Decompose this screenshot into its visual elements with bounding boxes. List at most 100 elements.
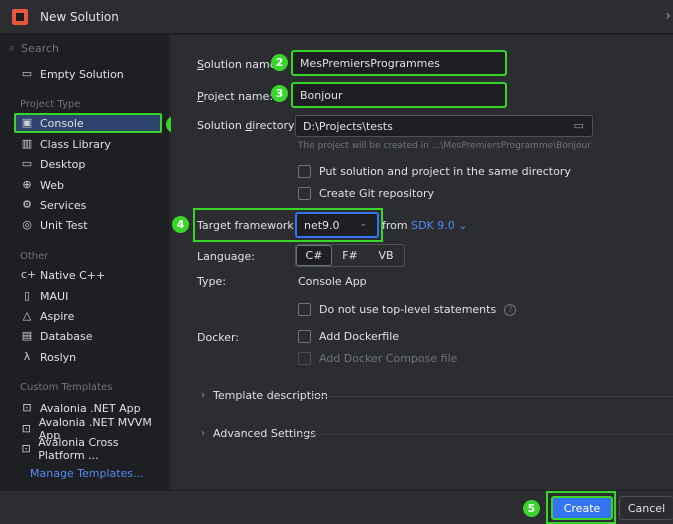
close-icon[interactable]: › <box>665 8 671 24</box>
sidebar-item-avalonia-cross[interactable]: ⊡ Avalonia Cross Platform ... <box>14 436 162 462</box>
title-bar: New Solution › <box>0 0 673 34</box>
solution-directory-label: Solution directory: <box>197 119 298 132</box>
database-icon: ▤ <box>21 329 33 342</box>
language-option-csharp[interactable]: C# <box>296 245 332 266</box>
annotation-badge-2: 2 <box>271 54 288 71</box>
test-icon: ◎ <box>22 218 32 231</box>
sdk-link[interactable]: SDK 9.0 <box>411 219 455 232</box>
project-name-label: Project name: <box>197 90 274 103</box>
sidebar-item-unit-test[interactable]: ◎ Unit Test <box>14 215 162 235</box>
type-label: Type: <box>197 275 226 288</box>
cpp-icon: c+ <box>21 268 37 281</box>
sidebar-item-class-library[interactable]: ▥ Class Library <box>14 134 162 154</box>
sidebar-item-label: Native C++ <box>40 268 106 282</box>
cancel-button[interactable]: Cancel <box>619 496 673 520</box>
settings-panel: Solution name: 2 MesPremiersProgrammes P… <box>171 35 673 490</box>
device-icon: ▯ <box>23 289 31 302</box>
checkbox-label: Create Git repository <box>319 187 435 200</box>
checkbox-label: Add Docker Compose file <box>319 352 458 365</box>
window-title: New Solution <box>40 9 119 24</box>
language-selector[interactable]: C# F# VB <box>295 244 405 267</box>
checkbox-label: Do not use top-level statements <box>319 303 497 316</box>
create-button[interactable]: Create <box>551 496 613 520</box>
sidebar-item-aspire[interactable]: △ Aspire <box>14 306 162 326</box>
location-hint: The project will be created in ...\MesPr… <box>298 141 591 151</box>
template-icon: ⊡ <box>22 401 32 414</box>
git-repository-checkbox[interactable]: Create Git repository <box>298 187 434 200</box>
advanced-settings-expander[interactable]: › Advanced Settings <box>201 427 316 440</box>
sidebar-item-console[interactable]: ▣ Console <box>14 113 162 133</box>
checkbox-box[interactable] <box>298 165 311 178</box>
annotation-badge-5: 5 <box>523 500 540 517</box>
custom-templates-heading: Custom Templates <box>20 382 113 393</box>
sidebar-item-label: MAUI <box>40 289 69 303</box>
sdk-source: from SDK 9.0 ⌄ <box>382 219 468 232</box>
folder-icon[interactable]: ▭ <box>574 119 584 132</box>
chevron-right-icon: › <box>201 390 205 401</box>
sidebar-item-web[interactable]: ⊕ Web <box>14 175 162 195</box>
sidebar-item-label: Web <box>40 178 64 192</box>
sidebar-item-desktop[interactable]: ▭ Desktop <box>14 154 162 174</box>
sidebar-item-label: Database <box>40 329 93 343</box>
project-name-input[interactable]: Bonjour <box>291 82 507 108</box>
window-icon: ▭ <box>21 67 33 80</box>
chevron-right-icon: › <box>201 428 205 439</box>
sidebar-item-maui[interactable]: ▯ MAUI <box>14 286 162 306</box>
sidebar-item-database[interactable]: ▤ Database <box>14 326 162 346</box>
sidebar-item-services[interactable]: ⚙ Services <box>14 195 162 215</box>
sidebar-item-label: Class Library <box>40 137 111 151</box>
annotation-badge-4: 4 <box>172 216 189 233</box>
sidebar-item-native-cpp[interactable]: c+ Native C++ <box>14 265 162 285</box>
sidebar-item-label: Avalonia .NET App <box>40 401 141 415</box>
language-label: Language: <box>197 250 255 263</box>
docker-compose-checkbox: Add Docker Compose file <box>298 352 457 365</box>
sidebar-item-label: Roslyn <box>40 350 77 364</box>
sidebar-item-label: Desktop <box>40 157 86 171</box>
search-placeholder: Search <box>21 41 59 55</box>
target-framework-label: Target framework: <box>197 219 298 232</box>
dockerfile-checkbox[interactable]: Add Dockerfile <box>298 330 399 343</box>
template-sidebar: ⌕ Search ▭ Empty Solution Project Type ▣… <box>0 35 183 490</box>
help-icon[interactable]: ? <box>504 303 517 316</box>
docker-label: Docker: <box>197 331 240 344</box>
solution-directory-input[interactable]: D:\Projects\tests ▭ <box>295 115 593 137</box>
sidebar-item-roslyn[interactable]: λ Roslyn <box>14 347 162 367</box>
chevron-down-icon[interactable]: ⌄ <box>458 219 467 232</box>
top-level-statements-checkbox[interactable]: Do not use top-level statements ? <box>298 303 517 316</box>
divider <box>301 434 673 435</box>
template-description-expander[interactable]: › Template description <box>201 389 328 402</box>
target-framework-value: net9.0 <box>304 218 340 232</box>
checkbox-box[interactable] <box>298 330 311 343</box>
checkbox-box[interactable] <box>298 303 311 316</box>
type-value: Console App <box>298 275 367 288</box>
same-directory-checkbox[interactable]: Put solution and project in the same dir… <box>298 165 571 178</box>
target-framework-dropdown[interactable]: net9.0 ⌄ <box>295 212 379 238</box>
sidebar-item-label: Avalonia Cross Platform ... <box>38 436 119 462</box>
checkbox-box[interactable] <box>298 187 311 200</box>
sidebar-item-label: Console <box>40 116 84 130</box>
manage-templates-link[interactable]: Manage Templates... <box>30 467 144 480</box>
globe-icon: ⊕ <box>22 178 32 191</box>
language-option-fsharp[interactable]: F# <box>332 245 368 266</box>
sidebar-item-label: Services <box>40 198 87 212</box>
chevron-down-icon: ⌄ <box>359 219 367 229</box>
solution-name-input[interactable]: MesPremiersProgrammes <box>291 50 507 76</box>
checkbox-label: Put solution and project in the same dir… <box>319 165 571 178</box>
sidebar-item-avalonia-app[interactable]: ⊡ Avalonia .NET App <box>14 398 162 418</box>
language-option-vb[interactable]: VB <box>368 245 404 266</box>
solution-name-label: Solution name: <box>197 58 281 71</box>
desktop-icon: ▭ <box>21 157 33 170</box>
console-icon: ▣ <box>21 116 33 129</box>
sidebar-item-label: Empty Solution <box>40 67 124 81</box>
sidebar-item-empty-solution[interactable]: ▭ Empty Solution <box>14 64 162 84</box>
gear-icon: ⚙ <box>22 198 32 211</box>
solution-directory-value: D:\Projects\tests <box>303 119 393 133</box>
other-heading: Other <box>20 251 49 262</box>
aspire-icon: △ <box>22 309 32 322</box>
rider-app-icon <box>12 8 28 25</box>
sidebar-item-label: Aspire <box>40 309 75 323</box>
sidebar-search[interactable]: ⌕ Search <box>9 41 59 55</box>
search-icon: ⌕ <box>9 41 16 54</box>
project-type-heading: Project Type <box>20 99 81 110</box>
checkbox-box <box>298 352 311 365</box>
